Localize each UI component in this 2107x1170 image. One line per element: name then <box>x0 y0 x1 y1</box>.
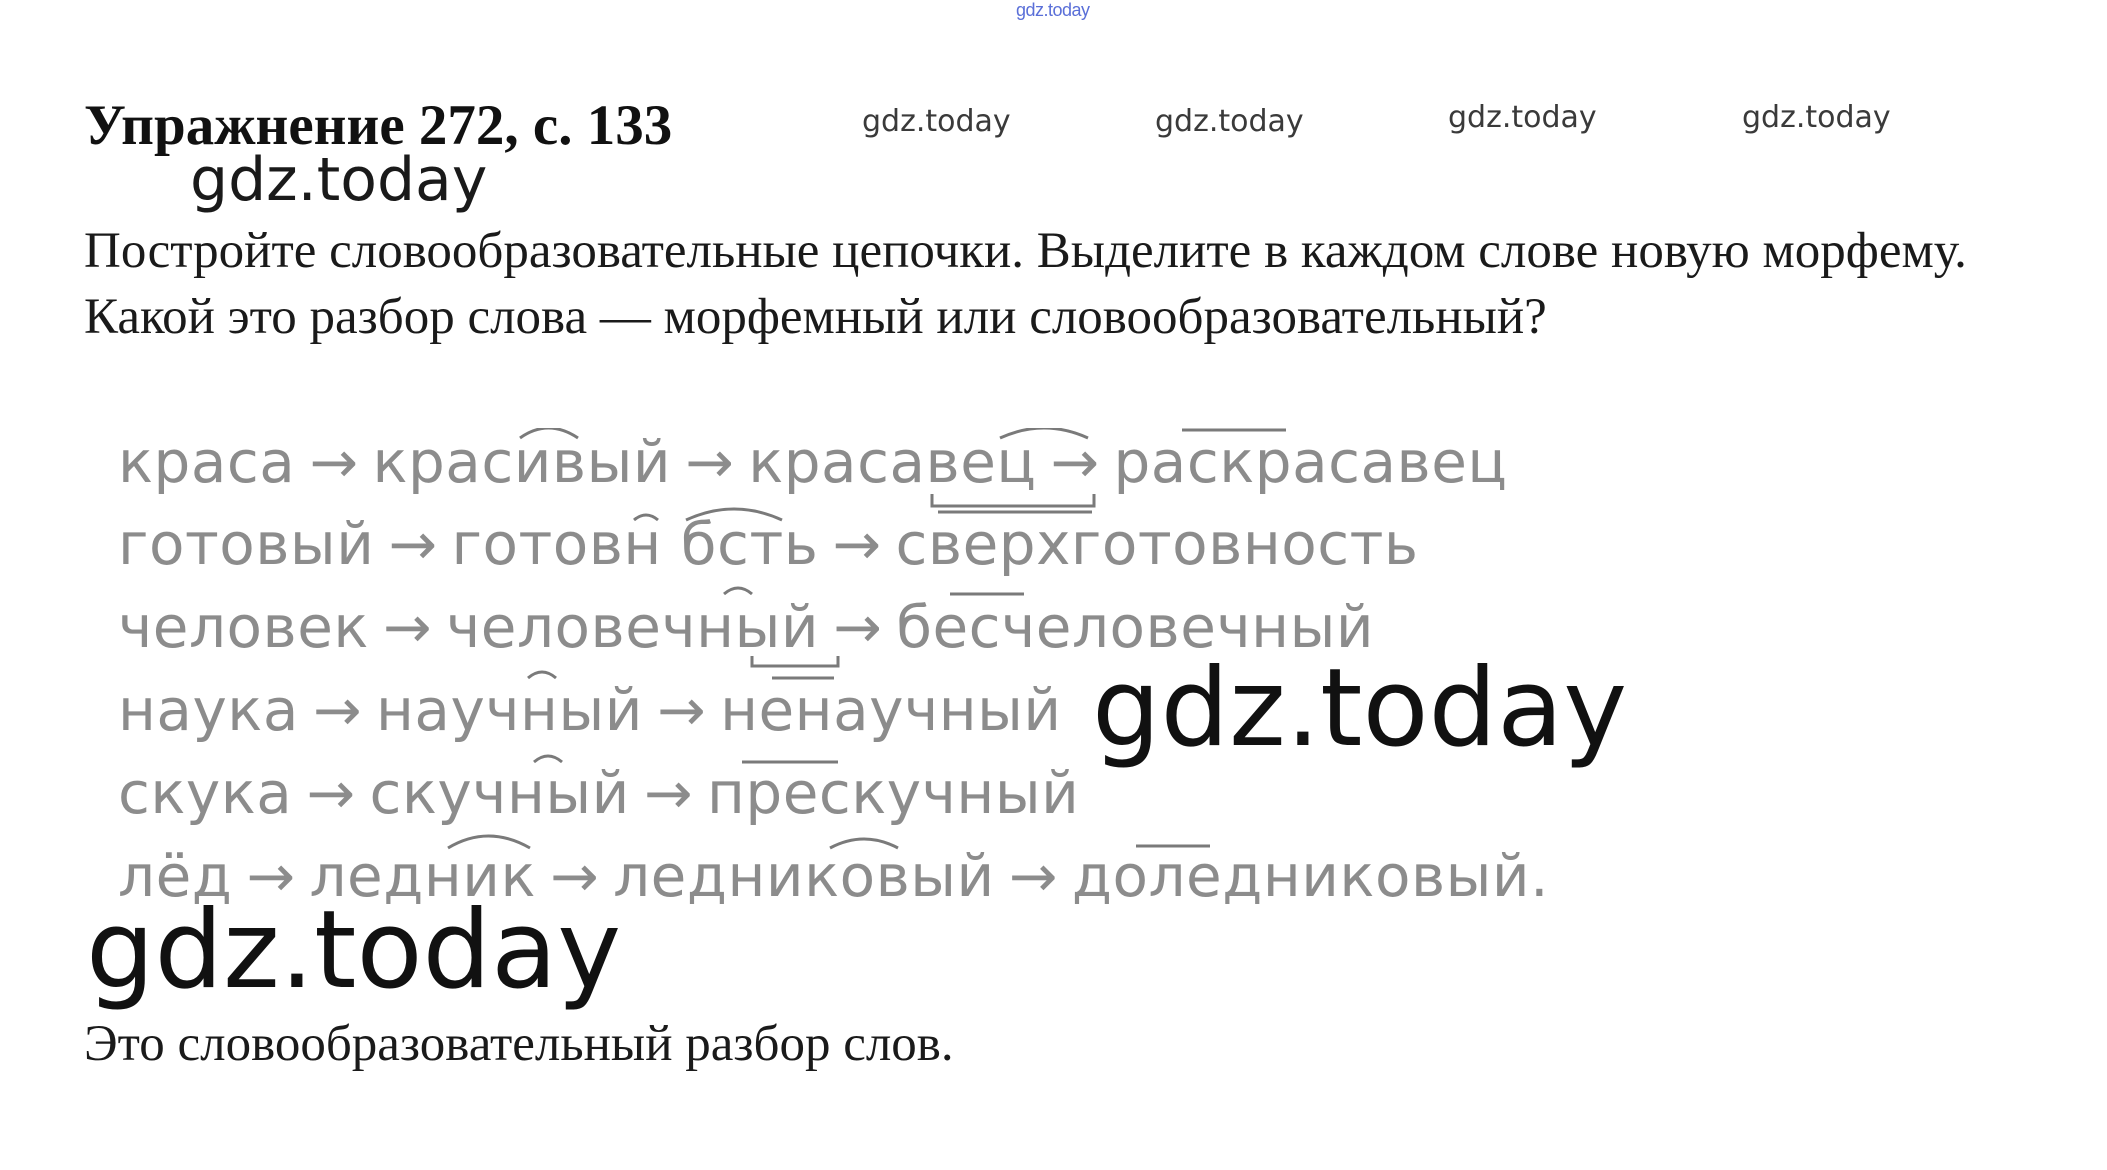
chain-arrow: → <box>643 759 693 827</box>
chain-word: красавец <box>748 428 1037 496</box>
chain-word: наука <box>118 676 299 744</box>
chain-word: человек <box>118 593 369 661</box>
watermark-top: gdz.today <box>1016 0 1090 20</box>
chain-arrow: → <box>685 428 735 496</box>
chain-arrow: → <box>1008 842 1058 910</box>
watermark-small-4: gdz.today <box>1742 100 1891 135</box>
chain-word: красивый <box>372 428 672 496</box>
chain-arrow: → <box>832 510 882 578</box>
chain-word: ненаучный <box>720 676 1062 744</box>
chain-word: готовн бсть <box>451 510 819 578</box>
watermark-small-2: gdz.today <box>1155 104 1304 139</box>
chain-word: прескучный <box>706 759 1080 827</box>
chain-word: скучный <box>369 759 630 827</box>
chain-line-5: скука → скучный → прескучный <box>118 759 1079 827</box>
chain-arrow: → <box>1050 428 1100 496</box>
watermark-small-1: gdz.today <box>862 104 1011 139</box>
chain-arrow: → <box>309 428 359 496</box>
chain-arrow: → <box>312 676 362 744</box>
chain-word: скука <box>118 759 293 827</box>
chain-arrow: → <box>833 593 883 661</box>
chain-arrow: → <box>656 676 707 744</box>
chain-arrow: → <box>388 510 438 578</box>
answer-text: Это словообразовательный разбор слов. <box>84 1016 954 1072</box>
chain-line-2: готовый → готовн бсть → сверхготовность <box>118 510 1419 578</box>
chain-line-4: наука → научный → ненаучный <box>118 676 1062 744</box>
chain-arrow: → <box>382 593 433 661</box>
chain-word: научный <box>375 676 643 744</box>
chain-arrow: → <box>306 759 356 827</box>
chain-word: человечный <box>446 593 820 661</box>
chain-word: сверхготовность <box>895 510 1419 578</box>
chain-line-1: краса → красивый → красавец → раскрасавец <box>118 428 1507 496</box>
chain-word: готовый <box>118 510 375 578</box>
watermark-medium: gdz.today <box>190 145 488 215</box>
watermark-large-2: gdz.today <box>86 888 622 1013</box>
chain-word: ледниковый <box>613 842 995 910</box>
chain-word: доледниковый. <box>1071 842 1550 910</box>
task-text: Постройте словообразовательные цепочки. … <box>84 223 1967 345</box>
watermark-small-3: gdz.today <box>1448 100 1597 135</box>
chain-word: раскрасавец <box>1113 428 1508 496</box>
chain-word: краса <box>118 428 296 496</box>
watermark-large-1: gdz.today <box>1092 646 1628 771</box>
